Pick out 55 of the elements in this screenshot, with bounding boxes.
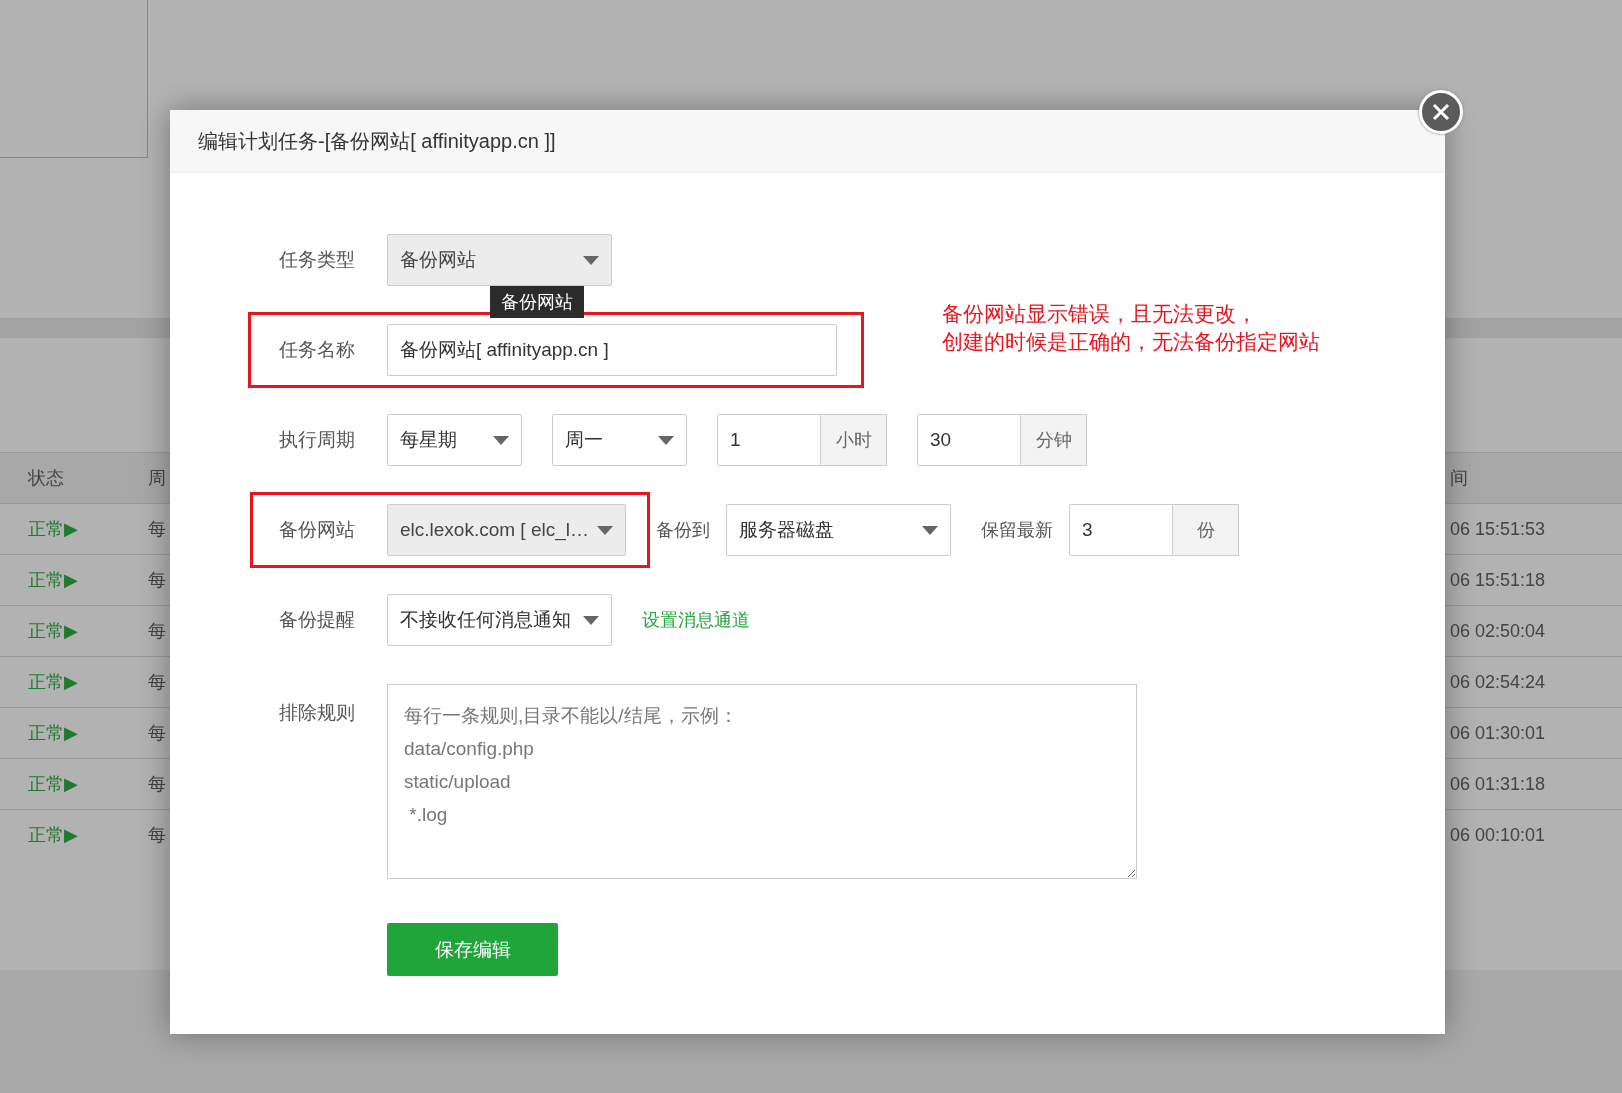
annotation-text: 备份网站显示错误，且无法更改，: [942, 301, 1258, 327]
table-cell-text: 每: [148, 824, 166, 847]
input-field[interactable]: 3: [1069, 504, 1173, 556]
column-header: 周: [148, 467, 166, 490]
field-label: 备份到: [656, 519, 710, 542]
table-cell: 06 15:51:18: [1450, 569, 1546, 591]
column-header: 间: [1450, 467, 1468, 490]
status-cell-text: 正常▶: [28, 620, 78, 643]
caret-icon: [583, 255, 599, 265]
select-field[interactable]: 周一: [552, 414, 687, 466]
unit-label: 份: [1173, 504, 1239, 556]
table-cell-text: 每: [148, 569, 166, 592]
caret-icon: [597, 525, 613, 535]
field-label: 排除规则: [279, 701, 356, 725]
caret-icon: [583, 615, 599, 625]
close-icon: [1432, 103, 1450, 121]
input-field[interactable]: 备份网站[ affinityapp.cn ]: [387, 324, 837, 376]
field-label: 备份提醒: [279, 608, 356, 632]
caret-icon: [493, 435, 509, 445]
field-label: 保留最新: [981, 519, 1053, 542]
table-cell-text: 每: [148, 773, 166, 796]
field-label: 任务名称: [279, 338, 356, 362]
select-field[interactable]: 每星期: [387, 414, 522, 466]
table-cell-text: 每: [148, 518, 166, 541]
caret-icon: [922, 525, 938, 535]
status-cell-text: 正常▶: [28, 824, 78, 847]
field-label: 任务类型: [279, 248, 356, 272]
status-cell-text: 正常▶: [28, 671, 78, 694]
column-header: 状态: [28, 467, 64, 490]
table-cell: 06 02:50:04: [1450, 620, 1546, 642]
caret-icon: [658, 435, 674, 445]
unit-label: 分钟: [1021, 414, 1087, 466]
status-cell-text: 正常▶: [28, 773, 78, 796]
status-cell-text: 正常▶: [28, 518, 78, 541]
status-cell-text: 正常▶: [28, 722, 78, 745]
rules-textarea[interactable]: 每行一条规则,目录不能以/结尾，示例： data/config.php static/upload *.log: [387, 684, 1137, 879]
table-cell: 06 01:30:01: [1450, 722, 1546, 744]
table-cell-text: 每: [148, 671, 166, 694]
annotation-text: 创建的时候是正确的，无法备份指定网站: [942, 329, 1320, 355]
status-cell-text: 正常▶: [28, 569, 78, 592]
table-cell-text: 每: [148, 722, 166, 745]
table-cell: 06 15:51:53: [1450, 518, 1546, 540]
field-label: 执行周期: [279, 428, 356, 452]
input-field[interactable]: 1: [717, 414, 821, 466]
tooltip: 备份网站: [490, 286, 584, 318]
select-field[interactable]: 服务器磁盘: [726, 504, 951, 556]
table-cell: 06 01:31:18: [1450, 773, 1546, 795]
input-field[interactable]: 30: [917, 414, 1021, 466]
field-label: 备份网站: [279, 518, 356, 542]
select-field[interactable]: 不接收任何消息通知: [387, 594, 612, 646]
table-cell-text: 每: [148, 620, 166, 643]
table-cell: 06 00:10:01: [1450, 824, 1546, 846]
unit-label: 小时: [821, 414, 887, 466]
table-cell: 06 02:54:24: [1450, 671, 1546, 693]
dialog-title: 编辑计划任务-[备份网站[ affinityapp.cn ]]: [198, 128, 556, 154]
